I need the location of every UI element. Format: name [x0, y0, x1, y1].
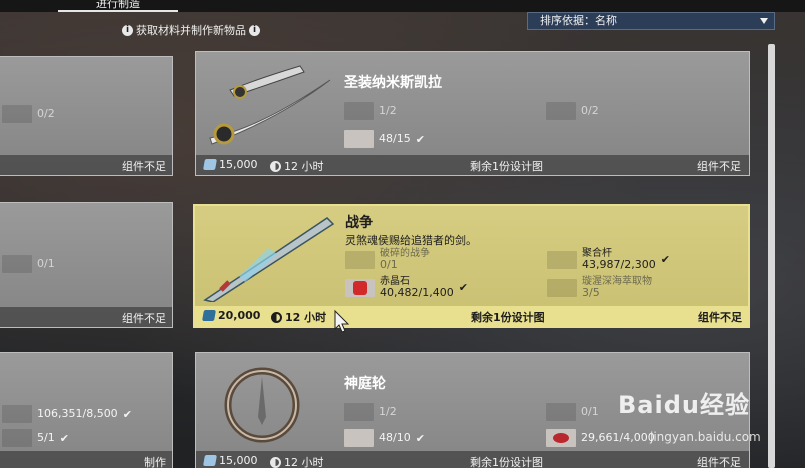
recipe-card-selected[interactable]: 战争 灵煞魂侯赐给追猎者的剑。 破碎的战争 0/1 聚合杆 43,987/2,300… [193, 204, 750, 328]
credits-icon [203, 159, 217, 170]
recipe-title: 战争 [345, 215, 373, 231]
mouse-cursor-icon [334, 309, 350, 333]
component-row: 0/2 [546, 102, 599, 120]
hint-text: 获取材料并制作新物品 [136, 24, 246, 37]
recipe-card[interactable]: 圣装纳米斯凯拉 1/2 0/2 48/15 ✔ 15,000 12 小时 剩余1… [195, 51, 750, 176]
card-footer: 组件不足 [0, 307, 172, 327]
info-icon[interactable]: i [249, 24, 260, 36]
card-footer: 15,000 12 小时 剩余1份设计图 组件不足 [196, 451, 749, 468]
tab-foundry[interactable]: 进行制造 [58, 0, 178, 12]
status-text: 组件不足 [698, 311, 742, 324]
scrollbar[interactable] [768, 44, 775, 468]
card-footer: 15,000 12 小时 剩余1份设计图 组件不足 [196, 155, 749, 175]
recipe-description: 灵煞魂侯赐给追猎者的剑。 [345, 234, 477, 247]
component-row: 48/10 ✔ [344, 429, 425, 447]
broken-war-icon [345, 250, 375, 269]
component-row: 106,351/8,500 ✔ [2, 405, 132, 423]
recipe-card-partial[interactable]: 106,351/8,500 ✔ 5/1 ✔ 制作 [0, 352, 173, 468]
watermark-logo: Baidu经验 [618, 391, 750, 419]
component-row: 赤晶石 40,482/1,400 ✔ [345, 276, 468, 299]
build-time: 12 小时 [270, 454, 324, 468]
foundry-hint: i 获取材料并制作新物品 i [122, 22, 260, 38]
component-row: 璇渥深海萃取物 3/5 [547, 276, 652, 299]
part-icon [2, 105, 32, 123]
card-footer: 组件不足 [0, 155, 172, 175]
credits-icon [202, 310, 216, 321]
component-row: 0/1 [2, 255, 55, 273]
recipe-title: 神庭轮 [344, 376, 386, 392]
component-row: 1/2 [344, 102, 397, 120]
component-row: 1/2 [344, 403, 397, 421]
sort-dropdown[interactable]: 排序依据：名称 [527, 12, 775, 30]
recipe-title: 圣装纳米斯凯拉 [344, 75, 442, 91]
weapon-image [203, 217, 335, 302]
recipe-card-partial[interactable]: 0/1 组件不足 [0, 202, 173, 328]
credits-icon [203, 455, 217, 466]
build-time: 12 小时 [271, 309, 326, 325]
remaining-blueprints: 剩余1份设计图 [470, 456, 543, 468]
status-text: 组件不足 [697, 456, 741, 468]
card-footer: 制作 [0, 451, 172, 468]
orokin-cell-icon [344, 130, 374, 148]
clock-icon [270, 160, 281, 172]
top-tab-bar: 进行制造 [0, 0, 805, 12]
remaining-blueprints: 剩余1份设计图 [470, 160, 543, 173]
resource-icon [2, 405, 32, 423]
blade-part-icon [344, 403, 374, 421]
info-icon[interactable]: i [122, 24, 133, 36]
watermark-url: jingyan.baidu.com [650, 430, 761, 444]
polymer-bundle-icon [547, 250, 577, 269]
resource-icon [2, 429, 32, 447]
ruby-icon [345, 278, 375, 297]
remaining-blueprints: 剩余1份设计图 [471, 311, 545, 324]
recipe-card-partial[interactable]: 0/2 组件不足 [0, 56, 173, 176]
credits-cost: 15,000 [203, 158, 258, 171]
orokin-cell-icon [344, 429, 374, 447]
clock-icon [270, 456, 281, 468]
component-row: 0/1 [546, 403, 599, 421]
weapon-image [224, 367, 300, 443]
component-row: 48/15 ✔ [344, 130, 425, 148]
extract-icon [547, 278, 577, 297]
component-row: 5/1 ✔ [2, 429, 69, 447]
weapon-image [209, 65, 331, 145]
component-row: 29,661/4,000 [546, 429, 655, 447]
component-row: 聚合杆 43,987/2,300 ✔ [547, 248, 670, 271]
component-row: 0/2 [2, 105, 55, 123]
status-text[interactable]: 制作 [144, 454, 166, 468]
component-row: 破碎的战争 0/1 [345, 248, 430, 271]
status-text: 组件不足 [122, 312, 166, 325]
red-fish-icon [546, 429, 576, 447]
part-icon [2, 255, 32, 273]
part-icon [546, 403, 576, 421]
chevron-down-icon [760, 18, 768, 24]
clock-icon [271, 311, 282, 323]
credits-cost: 20,000 [202, 309, 260, 322]
build-time: 12 小时 [270, 158, 324, 174]
status-text: 组件不足 [122, 160, 166, 173]
card-footer: 20,000 12 小时 剩余1份设计图 组件不足 [195, 306, 748, 326]
blade-part-icon [546, 102, 576, 120]
sort-label: 排序依据：名称 [540, 14, 617, 27]
status-text: 组件不足 [697, 160, 741, 173]
blade-part-icon [344, 102, 374, 120]
credits-cost: 15,000 [203, 454, 258, 467]
